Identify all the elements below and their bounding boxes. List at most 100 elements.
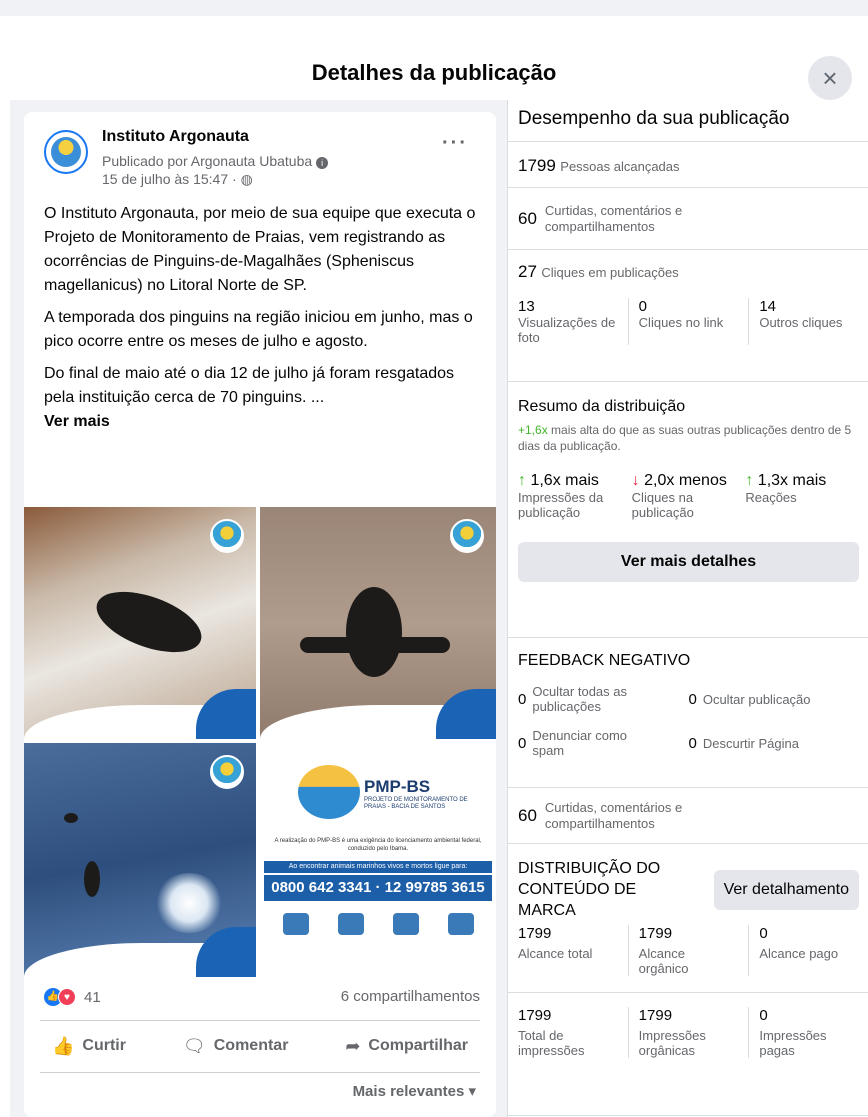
negative-feedback-title: FEEDBACK NEGATIVO (518, 652, 691, 669)
photo-penguin-on-sand[interactable] (260, 507, 496, 739)
top-gap (0, 0, 868, 16)
sponsor-logo-icon (282, 913, 309, 935)
dialog-title: Detalhes da publicação (311, 60, 557, 85)
performance-header: Desempenho da sua publicação (508, 100, 868, 142)
sponsor-logos (268, 913, 488, 935)
flyer-title: PMP-BS (364, 777, 431, 796)
photo-corner (196, 689, 256, 739)
penguin-shape (88, 579, 210, 665)
reach-metric: 1799 Alcance total (508, 925, 628, 976)
badge-icon (210, 519, 244, 553)
negative-feedback-grid: 0 Ocultar todas as publicações 0 Ocultar p… (518, 684, 859, 758)
insights-pane: Desempenho da sua publicação 1799 Pessoa… (507, 100, 868, 1117)
sponsor-logo-icon (337, 913, 364, 935)
distribution-metric: ↑ 1,3x mais Reações (745, 472, 859, 520)
metric-value: 1,6x mais (530, 472, 599, 489)
click-metric-label: Visualizações de foto (518, 315, 616, 345)
photo-grid: PMP-BS PROJETO DE MONITORAMENTO DE PRAIA… (24, 507, 496, 977)
negative-label: Ocultar publicação (702, 691, 811, 707)
divider (40, 1072, 480, 1073)
reactions-count: 41 (84, 988, 101, 1006)
distribution-section: Resumo da distribuição +1,6x mais alta d… (508, 382, 868, 638)
sort-label: Mais relevantes (352, 1083, 465, 1100)
branded-reach: 1799 Alcance total 1799 Alcance orgânico 0… (508, 925, 868, 976)
dialog-header: Detalhes da publicação × (0, 16, 868, 100)
photo-penguin-on-towel[interactable] (24, 507, 256, 739)
post-paragraph: O Instituto Argonauta, por meio de sua e… (44, 205, 476, 294)
negative-number: 0 (688, 690, 697, 708)
click-metric-label: Cliques no link (638, 315, 724, 330)
impression-metric: 1799 Impressões orgânicas (627, 1007, 749, 1058)
branded-content-section: DISTRIBUIÇÃO DO CONTEÚDO DE MARCA Ver de… (508, 844, 868, 1116)
view-breakdown-button[interactable]: Ver detalhamento (713, 869, 859, 910)
badge-icon (210, 755, 244, 789)
comment-button[interactable]: 🗨 Comentar (171, 1036, 301, 1057)
reach-number: 1799 (518, 156, 556, 175)
distribution-title: Resumo da distribuição (518, 398, 686, 415)
globe-icon: ◍ (240, 171, 253, 187)
see-more-details-button[interactable]: Ver mais detalhes (518, 542, 859, 582)
photo-penguins-sea[interactable] (24, 743, 256, 977)
see-more-link[interactable]: Ver mais (44, 410, 484, 434)
distribution-desc-text: mais alta do que as suas outras publicaç… (518, 423, 852, 453)
reach-metric-number: 1799 (638, 925, 673, 942)
branded-title: DISTRIBUIÇÃO DO CONTEÚDO DE MARCA (518, 860, 661, 919)
impression-metric-label: Impressões orgânicas (638, 1028, 706, 1058)
post-card: Instituto Argonauta Publicado por Argona… (24, 112, 496, 1117)
reach-metric-label: Alcance orgânico (638, 946, 689, 976)
clicks-breakdown: 13 Visualizações de foto 0 Cliques no link… (508, 298, 868, 345)
photo-corner (196, 927, 256, 977)
reach-metric-label: Alcance pago (759, 946, 839, 961)
comment-icon: 🗨 (182, 1035, 206, 1056)
click-metric-label: Outros cliques (759, 315, 843, 330)
reactions-summary[interactable]: 👍 ♥ 41 (44, 988, 101, 1006)
info-icon: i (316, 157, 329, 169)
published-by[interactable]: Publicado por Argonauta Ubatuba (102, 153, 312, 169)
clicks-label: Cliques em publicações (541, 265, 679, 280)
negative-number: 0 (518, 690, 527, 708)
click-metric-number: 0 (638, 298, 648, 315)
flyer-bar: Ao encontrar animais marinhos vivos e mo… (264, 861, 492, 873)
argonauta-logo-icon (51, 137, 81, 167)
close-icon: × (822, 62, 838, 93)
click-metric: 0 Cliques no link (627, 298, 749, 345)
engagement-label: Curtidas, comentários e compartilhamento… (544, 202, 683, 234)
metric-label: Reações (745, 490, 797, 505)
penguin-wings (300, 637, 450, 653)
engagement-row: 60 Curtidas, comentários e compartilhame… (508, 188, 868, 250)
page-name[interactable]: Instituto Argonauta (102, 128, 249, 146)
down-arrow-icon: ↓ (631, 472, 640, 489)
comment-label: Comentar (213, 1037, 289, 1054)
flyer-phone: 0800 642 3341 · 12 99785 3615 (264, 875, 492, 901)
click-metric: 14 Outros cliques (748, 298, 868, 345)
more-options-icon[interactable]: ··· (442, 132, 468, 155)
share-button[interactable]: ➦ Compartilhar (333, 1036, 480, 1057)
reach-metric: 1799 Alcance orgânico (627, 925, 749, 976)
negative-item: 0 Ocultar publicação (689, 684, 860, 714)
clicks-number: 27 (518, 262, 537, 281)
close-button[interactable]: × (808, 56, 852, 100)
flyer-subtitle: PROJETO DE MONITORAMENTO DE PRAIAS - BAC… (364, 797, 468, 810)
impression-metric-label: Total de impressões (518, 1028, 585, 1058)
impression-metric: 1799 Total de impressões (508, 1007, 628, 1058)
photo-pmp-flyer[interactable]: PMP-BS PROJETO DE MONITORAMENTO DE PRAIA… (260, 743, 496, 977)
negative-item: 0 Denunciar como spam (518, 728, 689, 758)
page-avatar[interactable] (44, 130, 88, 174)
negative-item: 0 Ocultar todas as publicações (518, 684, 689, 714)
up-arrow-icon: ↑ (745, 472, 754, 489)
penguin-shape (64, 813, 78, 823)
shares-count[interactable]: 6 compartilhamentos (341, 988, 480, 1005)
clicks-section: 27 Cliques em publicações 13 Visualizaçõe… (508, 250, 868, 382)
distribution-delta: +1,6x (518, 423, 548, 437)
like-button[interactable]: 👍 Curtir (40, 1036, 138, 1057)
post-date[interactable]: 15 de julho às 15:47 (102, 171, 228, 187)
sort-dropdown[interactable]: Mais relevantes ▾ (353, 1082, 476, 1100)
engagement-number: 60 (518, 208, 537, 228)
post-actions: 👍 Curtir 🗨 Comentar ➦ Compartilhar (40, 1024, 480, 1068)
metric-label: Impressões da publicação (518, 490, 604, 520)
photo-corner (436, 689, 496, 739)
metric-value: 1,3x mais (757, 472, 827, 489)
performance-title: Desempenho da sua publicação (518, 108, 790, 129)
impression-metric-number: 1799 (638, 1007, 673, 1024)
distribution-metric: ↑ 1,6x mais Impressões da publicação (518, 472, 632, 520)
